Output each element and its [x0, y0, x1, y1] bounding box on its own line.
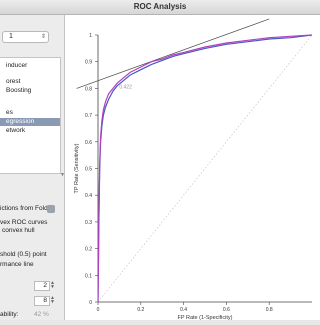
x-tick-label: 0.4 — [180, 307, 187, 313]
plot-area: 0 0.1 0.2 0.3 0.4 0.5 0.6 0.7 0.8 0.9 1 0 0.2 0.4 0.6 0… — [65, 15, 320, 321]
settings-icon[interactable] — [47, 205, 55, 213]
spin-input-1[interactable]: 2 — [34, 281, 50, 291]
y-tick-label: 1 — [89, 33, 92, 39]
y-tick-label: 0.8 — [85, 86, 92, 92]
y-tick-label: 0.5 — [85, 167, 92, 173]
title-bar: ROC Analysis — [0, 0, 320, 15]
list-item[interactable]: es — [0, 109, 60, 117]
list-item[interactable]: orest — [0, 78, 60, 86]
y-tick-label: 0.3 — [85, 220, 92, 226]
y-tick-label: 0.6 — [85, 140, 92, 146]
sidebar: 1 ⇕ inducer orest Boosting es egression … — [0, 15, 65, 320]
list-item[interactable]: etwork — [0, 127, 60, 135]
x-tick-label: 0.8 — [266, 307, 273, 313]
target-class-value: 1 — [9, 33, 13, 40]
chevron-updown-icon: ⇕ — [40, 34, 46, 40]
list-item[interactable]: Boosting — [0, 87, 60, 95]
spin-input-2[interactable]: 8 — [34, 296, 50, 306]
stepper-arrows-icon[interactable]: ▲ ▼ — [50, 281, 55, 290]
probability-value: 42 % — [34, 311, 49, 318]
y-axis-label: TP Rate (Sensitivity) — [74, 143, 80, 193]
y-tick-label: 0 — [89, 300, 92, 306]
x-tick-label: 0.2 — [137, 307, 144, 313]
y-tick-label: 0.4 — [85, 193, 92, 199]
y-tick-label: 0.9 — [85, 60, 92, 66]
target-class-combo[interactable]: 1 ⇕ — [2, 31, 49, 43]
performance-line-label: rmance line — [0, 261, 34, 268]
classifier-list[interactable]: inducer orest Boosting es egression etwo… — [0, 57, 61, 174]
probability-label: ability: — [0, 311, 19, 318]
iso-performance-line — [76, 18, 270, 89]
list-item-selected[interactable]: egression — [0, 118, 60, 126]
window-title: ROC Analysis — [133, 2, 187, 11]
folds-label: ictions from Folds — [0, 205, 51, 212]
threshold-label: shold (0.5) point — [0, 251, 47, 258]
y-tick-label: 0.7 — [85, 113, 92, 119]
y-tick-label: 0.2 — [85, 247, 92, 253]
list-item[interactable]: inducer — [0, 62, 60, 70]
x-tick-label: 0 — [97, 307, 100, 313]
roc-chart: 0 0.1 0.2 0.3 0.4 0.5 0.6 0.7 0.8 0.9 1 0 0.2 0.4 0.6 0… — [74, 18, 313, 321]
threshold-annotation: 0.422 — [119, 84, 132, 90]
convex-curves-label: vex ROC curves — [0, 219, 48, 226]
stepper-arrows-icon[interactable]: ▲ ▼ — [50, 296, 55, 305]
y-tick-label: 0.1 — [85, 273, 92, 279]
x-tick-label: 0.6 — [223, 307, 230, 313]
convex-hull-label: convex hull — [2, 227, 35, 234]
x-axis-label: FP Rate (1-Specificity) — [178, 315, 233, 320]
